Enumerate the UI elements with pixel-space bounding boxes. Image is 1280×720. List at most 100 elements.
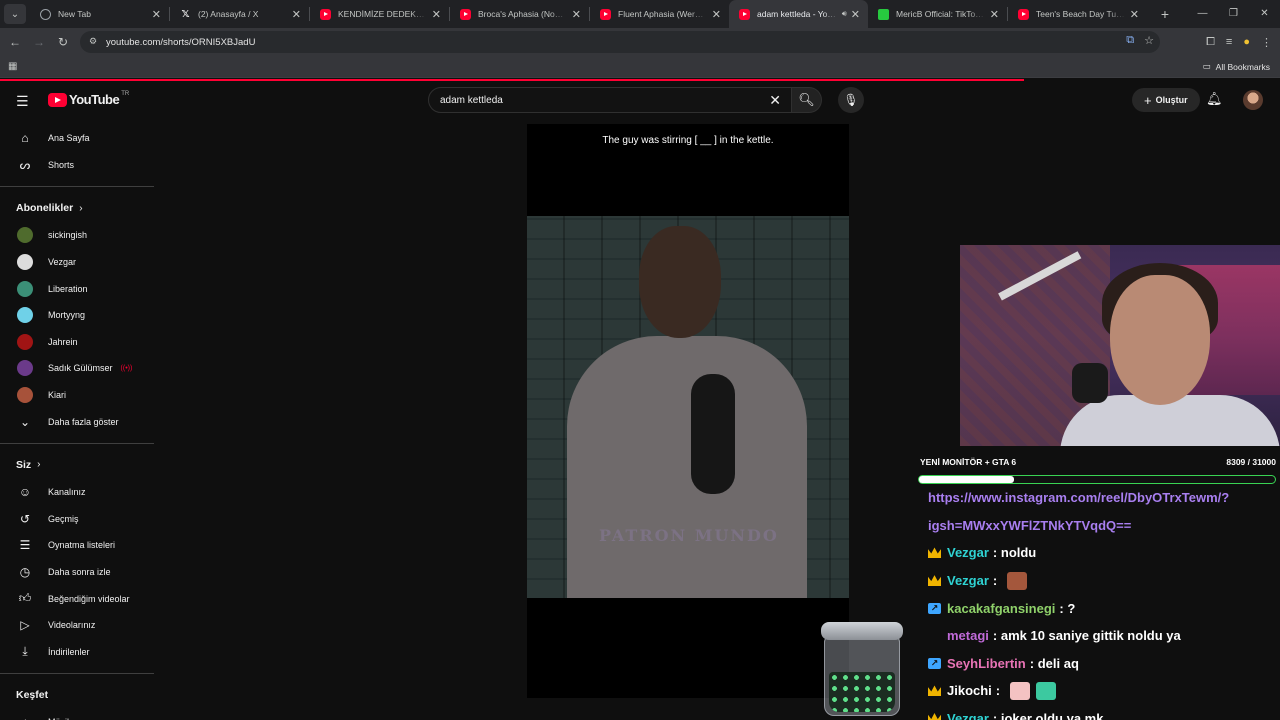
subscription-item[interactable]: Jahrein <box>0 329 154 356</box>
sidebar-item[interactable]: ◷ Daha sonra izle <box>0 559 154 586</box>
chat-separator: : <box>992 573 1001 589</box>
divider <box>0 673 154 675</box>
tab-title: MericB Official: TikTok, Instagram <box>896 9 986 19</box>
shorts-player[interactable]: The guy was stirring [ __ ] in the kettl… <box>527 124 849 698</box>
youtube-favicon-icon <box>739 8 750 20</box>
search-value: adam kettleda <box>440 94 503 106</box>
close-tab-icon[interactable]: ✕ <box>572 8 581 21</box>
sidebar-item[interactable]: 👍︎ Beğendiğim videolar <box>0 585 154 612</box>
browser-tab[interactable]: adam kettleda - YouTube🔊︎ ✕ <box>729 0 868 28</box>
divider <box>0 442 154 444</box>
your-videos-icon: ▷ <box>20 618 30 633</box>
subscription-item[interactable]: Liberation <box>0 275 154 302</box>
person-head <box>639 226 721 338</box>
clear-search-icon[interactable]: ✕ <box>769 92 781 109</box>
browser-menu-icon[interactable]: ⋮ <box>1261 36 1272 49</box>
browser-tab[interactable]: KENDİMİZE DEDEKTİF TUTTUK ✕ <box>310 0 449 28</box>
new-tab-button[interactable]: + <box>1153 6 1177 22</box>
chevron-right-icon: › <box>79 202 83 214</box>
create-button[interactable]: + Oluştur <box>1132 88 1200 112</box>
tab-title: KENDİMİZE DEDEKTİF TUTTUK <box>338 9 428 19</box>
all-bookmarks-label: All Bookmarks <box>1215 61 1270 72</box>
guide-menu-icon[interactable]: ☰ <box>16 93 29 110</box>
close-tab-icon[interactable]: ✕ <box>1130 8 1139 21</box>
browser-tab[interactable]: 𝕏 (2) Anasayfa / X ✕ <box>170 0 309 28</box>
reload-button[interactable]: ↻ <box>51 35 75 49</box>
close-tab-icon[interactable]: ✕ <box>292 8 301 21</box>
video-frame[interactable]: PATRON MUNDO <box>527 216 849 598</box>
youtube-favicon-icon <box>320 8 331 20</box>
browser-tab[interactable]: New Tab ✕ <box>30 0 169 28</box>
channel-name: sickingish <box>48 230 88 241</box>
tab-title: Broca's Aphasia (Non-Fluent Aphasia) <box>478 9 568 19</box>
reading-list-icon[interactable]: ≡ <box>1226 36 1232 48</box>
search-input[interactable]: adam kettleda ✕ <box>428 87 792 113</box>
close-tab-icon[interactable]: ✕ <box>851 8 860 21</box>
subscription-item[interactable]: Sadık Gülümser ((•)) <box>0 355 154 382</box>
sidebar-item[interactable]: ↺ Geçmiş <box>0 506 154 533</box>
explore-header: Keşfet <box>0 681 154 709</box>
sidebar-item[interactable]: ♪Müzik <box>0 709 154 720</box>
bookmark-star-icon[interactable]: ☆ <box>1144 34 1154 47</box>
sidebar-item[interactable]: ▷ Videolarınız <box>0 612 154 639</box>
chat-username: SeyhLibertin <box>947 655 1026 671</box>
crown-badge-icon <box>928 713 941 720</box>
channel-name: Sadık Gülümser <box>48 363 113 374</box>
sidebar-item[interactable]: ☰ Oynatma listeleri <box>0 532 154 559</box>
sidebar-item[interactable]: ☺ Kanalınız <box>0 479 154 506</box>
subscription-item[interactable]: Vezgar <box>0 249 154 276</box>
chat-text: amk 10 saniye gittik noldu ya <box>1000 628 1181 644</box>
sidebar-item[interactable]: ⤓ İndirilenler <box>0 639 154 666</box>
goal-label: YENİ MONİTÖR + GTA 6 <box>920 457 1017 467</box>
subscriptions-header[interactable]: Abonelikler › <box>0 194 154 222</box>
all-bookmarks-button[interactable]: ▭ All Bookmarks <box>1203 61 1270 72</box>
search-button[interactable]: 🔍︎ <box>792 87 822 113</box>
maximize-button[interactable]: ❐ <box>1218 0 1249 28</box>
jar-lid <box>821 622 903 640</box>
forward-button[interactable]: → <box>27 35 51 49</box>
subscription-item[interactable]: sickingish <box>0 222 154 249</box>
chat-link-text: https://www.instagram.com/reel/DbyOTrxTe… <box>928 490 1230 506</box>
browser-tab[interactable]: MericB Official: TikTok, Instagram ✕ <box>868 0 1007 28</box>
browser-tab[interactable]: Broca's Aphasia (Non-Fluent Aphasia) ✕ <box>450 0 589 28</box>
folder-icon: ▭ <box>1202 61 1211 71</box>
close-tab-icon[interactable]: ✕ <box>990 8 999 21</box>
apps-grid-icon[interactable]: ▦ <box>8 61 17 72</box>
address-bar[interactable]: ⚙ youtube.com/shorts/ORNI5XBJadU ⧉ ☆ <box>80 31 1160 53</box>
sidebar-item[interactable]: ᔕ Shorts <box>0 152 154 179</box>
back-button[interactable]: ← <box>3 35 27 49</box>
minimize-button[interactable]: — <box>1187 0 1218 28</box>
show-more-button[interactable]: ⌄ Daha fazla göster <box>0 408 154 435</box>
logo-text: YouTube <box>69 92 120 107</box>
subscriptions-title: Abonelikler <box>16 202 74 215</box>
notifications-bell-icon[interactable]: 🔔︎ <box>1206 91 1223 107</box>
tab-search-button[interactable]: ⌄ <box>4 4 26 24</box>
page-load-progress <box>0 79 1024 81</box>
chat-emote-icon <box>1006 571 1027 590</box>
speaker-icon[interactable]: 🔊︎ <box>842 9 847 19</box>
youtube-favicon-icon <box>600 8 611 20</box>
browser-tab[interactable]: Teen's Beach Day Turns Into ✕ <box>1008 0 1147 28</box>
subscription-item[interactable]: Mortyyng <box>0 302 154 329</box>
youtube-logo[interactable]: YouTube TR <box>48 91 129 107</box>
sidebar-item[interactable]: ⌂ Ana Sayfa <box>0 125 154 152</box>
subscription-item[interactable]: Kiari <box>0 382 154 409</box>
extensions-icon[interactable]: ⧠ <box>1206 36 1215 49</box>
close-tab-icon[interactable]: ✕ <box>152 8 161 21</box>
close-tab-icon[interactable]: ✕ <box>712 8 721 21</box>
crown-badge-icon <box>928 685 941 697</box>
youtube-favicon-icon <box>460 8 471 20</box>
install-app-icon[interactable]: ⧉ <box>1126 34 1134 47</box>
home-icon: ⌂ <box>21 131 29 146</box>
you-header[interactable]: Siz › <box>0 451 154 479</box>
close-tab-icon[interactable]: ✕ <box>432 8 441 21</box>
channel-avatar <box>17 227 33 244</box>
voice-search-button[interactable]: 🎙︎ <box>838 87 864 113</box>
chat-message: ↗ kacakafgansinegi: ? <box>920 594 1280 622</box>
profile-icon[interactable]: ● <box>1243 36 1250 48</box>
youtube-play-icon <box>48 92 67 107</box>
account-avatar[interactable] <box>1243 90 1263 110</box>
browser-tab[interactable]: Fluent Aphasia (Wernicke's) ✕ <box>590 0 729 28</box>
site-info-icon[interactable]: ⚙ <box>89 36 97 47</box>
close-window-button[interactable]: ✕ <box>1249 0 1280 28</box>
